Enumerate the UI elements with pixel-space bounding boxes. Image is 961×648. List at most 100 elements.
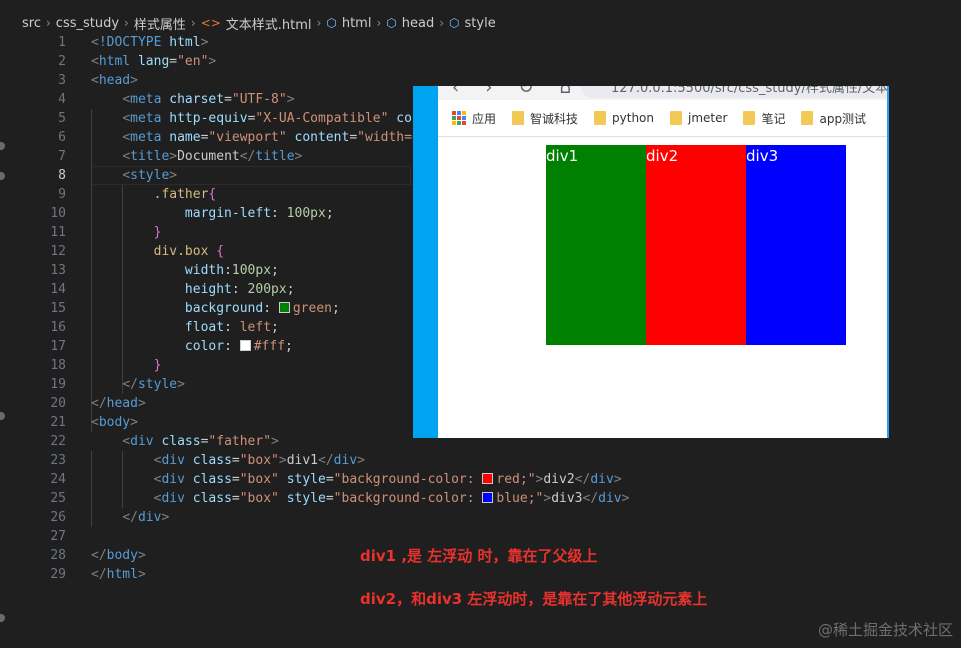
back-arrow-icon[interactable]: ‹ <box>452 86 459 98</box>
line-number: 25 <box>50 491 66 506</box>
code-text: <meta http-equiv="X-UA-Compatible" con <box>122 111 420 126</box>
chevron-right-icon: › <box>316 16 322 30</box>
chevron-right-icon: › <box>45 16 51 30</box>
address-bar[interactable]: 127.0.0.1:5500/src/css_study/样式属性/文本 <box>581 86 887 98</box>
code-text: <div class="box">div1</div> <box>153 453 365 468</box>
activity-edge <box>0 0 22 648</box>
code-text: <head> <box>91 73 138 88</box>
bookmark-folder[interactable]: 智诚科技 <box>512 110 578 127</box>
bookmark-folder[interactable]: 笔记 <box>743 110 785 127</box>
code-text: <style> <box>122 168 178 183</box>
edge-marker <box>0 614 5 622</box>
code-text: </head> <box>91 396 146 411</box>
bookmark-folder[interactable]: app测试 <box>801 110 866 127</box>
forward-arrow-icon[interactable]: › <box>485 86 492 98</box>
line-number: 22 <box>50 434 66 449</box>
breadcrumb-item-html[interactable]: html <box>342 16 372 31</box>
code-text: <meta charset="UTF-8"> <box>122 92 295 107</box>
code-text: </style> <box>122 377 185 392</box>
line-number: 15 <box>50 301 66 316</box>
edge-marker <box>0 412 5 420</box>
chevron-right-icon: › <box>376 16 382 30</box>
folder-icon <box>594 111 607 125</box>
bookmark-label: 智诚科技 <box>530 111 579 126</box>
line-number: 23 <box>50 453 66 468</box>
code-text: <meta name="viewport" content="width=d <box>122 130 420 145</box>
line-number: 21 <box>50 415 66 430</box>
code-text: <html lang="en"> <box>91 54 217 69</box>
line-number: 19 <box>50 377 66 392</box>
line-number: 5 <box>58 111 66 126</box>
line-number: 28 <box>50 548 66 563</box>
code-text: </html> <box>91 567 146 582</box>
toolbar-divider <box>438 136 887 137</box>
line-number: 13 <box>50 263 66 278</box>
line-number: 10 <box>50 206 66 221</box>
code-text: width:100px; <box>184 263 279 278</box>
browser-toolbar: ‹ › ↻ ⌂ 127.0.0.1:5500/src/css_study/样式属… <box>438 86 887 100</box>
folder-icon <box>512 111 525 125</box>
code-text: </div> <box>122 510 170 525</box>
element-cube-icon: ⬡ <box>326 16 337 30</box>
bookmark-apps[interactable]: 应用 <box>452 110 496 127</box>
chevron-right-icon: › <box>124 16 129 30</box>
html-file-icon: <> <box>200 16 221 30</box>
demo-box-div3: div3 <box>746 145 846 345</box>
edge-marker <box>0 172 5 180</box>
breadcrumb-item-subfolder[interactable]: 样式属性 <box>134 14 186 33</box>
annotation-note: div2，和div3 左浮动时，是靠在了其他浮动元素上 <box>360 590 708 608</box>
line-number: 18 <box>50 358 66 373</box>
code-text: } <box>153 358 162 373</box>
code-text: div.box { <box>153 244 225 259</box>
code-text: color: #fff; <box>184 339 293 354</box>
line-number: 6 <box>58 130 66 145</box>
line-number: 17 <box>50 339 66 354</box>
code-text: float: left; <box>184 320 279 335</box>
breadcrumb-item-folder[interactable]: css_study <box>56 16 119 31</box>
bookmark-folder[interactable]: python <box>594 111 654 125</box>
line-number: 20 <box>50 396 66 411</box>
code-text: </body> <box>91 548 146 563</box>
window-frame-strip <box>413 86 438 438</box>
line-number: 7 <box>58 149 66 164</box>
chevron-right-icon: › <box>190 16 196 30</box>
line-number: 11 <box>50 225 66 240</box>
line-number: 16 <box>50 320 66 335</box>
breadcrumb-item-style[interactable]: style <box>465 16 496 31</box>
folder-icon <box>801 111 814 125</box>
breadcrumb-item-file[interactable]: 文本样式.html <box>226 14 312 33</box>
bookmark-folder[interactable]: jmeter <box>670 111 727 125</box>
line-number: 4 <box>58 92 66 107</box>
annotation-note: div1 ,是 左浮动 时，靠在了父级上 <box>360 547 598 565</box>
apps-grid-icon <box>452 111 466 125</box>
line-number: 14 <box>50 282 66 297</box>
chevron-right-icon: › <box>439 16 445 30</box>
folder-icon <box>670 111 683 125</box>
code-text: background: green; <box>184 301 340 316</box>
bookmark-label: 笔记 <box>761 111 786 126</box>
line-number: 8 <box>58 168 66 183</box>
bookmarks-bar: 应用 智诚科技 python jmeter 笔记 app测试 <box>438 104 887 132</box>
browser-window[interactable]: ‹ › ↻ ⌂ 127.0.0.1:5500/src/css_study/样式属… <box>413 86 889 438</box>
browser-viewport: ‹ › ↻ ⌂ 127.0.0.1:5500/src/css_study/样式属… <box>438 86 889 438</box>
element-cube-icon: ⬡ <box>386 16 397 30</box>
line-number: 27 <box>50 529 66 544</box>
element-cube-icon: ⬡ <box>449 16 460 30</box>
breadcrumb-item-head[interactable]: head <box>402 16 434 31</box>
reload-icon[interactable]: ↻ <box>518 86 533 98</box>
code-text: <div class="father"> <box>122 434 279 449</box>
line-number: 9 <box>58 187 66 202</box>
line-number: 29 <box>50 567 66 582</box>
line-number: 1 <box>58 35 66 50</box>
watermark: @稀土掘金技术社区 <box>817 621 953 639</box>
line-number: 24 <box>50 472 66 487</box>
code-text: <title>Document</title> <box>122 149 303 164</box>
code-text: <!DOCTYPE html> <box>91 35 209 50</box>
code-text: <div class="box" style="background-color… <box>153 472 622 487</box>
breadcrumb-item-src[interactable]: src <box>22 16 41 31</box>
home-icon[interactable]: ⌂ <box>560 86 571 98</box>
code-text: <body> <box>91 415 138 430</box>
code-text: height: 200px; <box>184 282 295 297</box>
bookmark-label: python <box>612 111 655 125</box>
code-text: <div class="box" style="background-color… <box>153 491 630 506</box>
